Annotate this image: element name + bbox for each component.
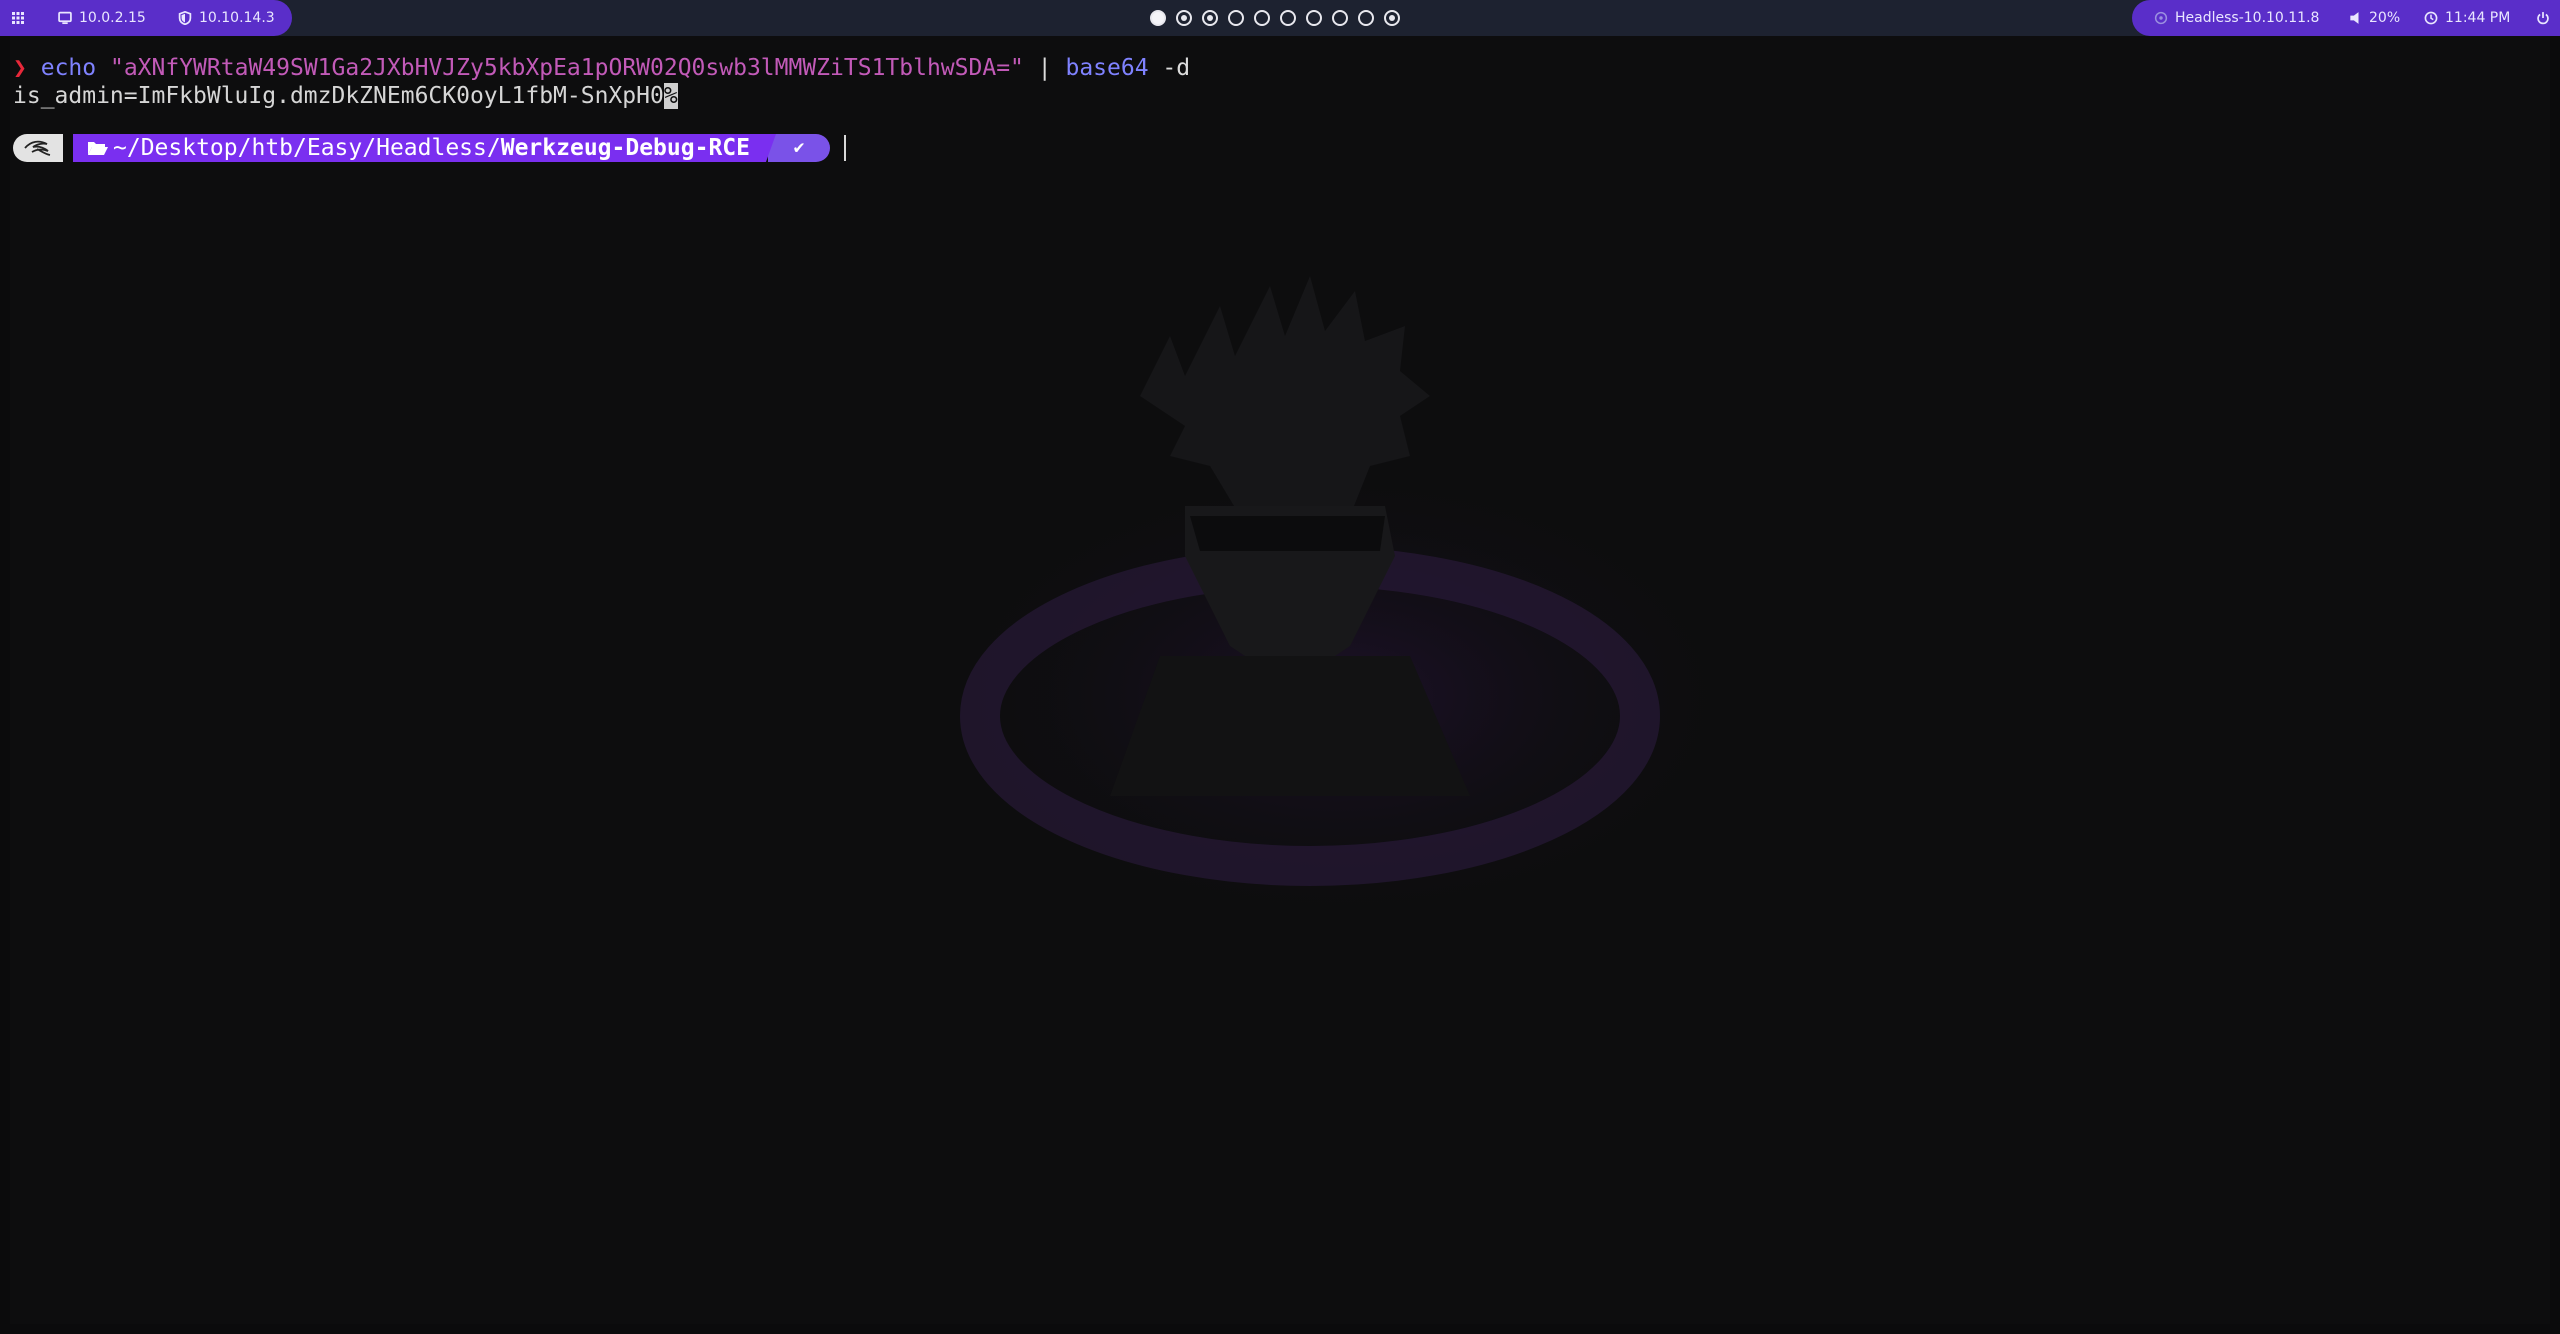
- checkmark-icon: ✔: [793, 137, 805, 158]
- grid-icon: [12, 12, 24, 24]
- menu-button[interactable]: [12, 12, 24, 24]
- folder-open-icon: [87, 139, 109, 157]
- path-prefix: ~/Desktop/htb/Easy/Headless/: [113, 135, 501, 161]
- prompt-status-segment: ✔: [767, 134, 830, 162]
- workspace-7[interactable]: [1306, 10, 1322, 26]
- volume-indicator[interactable]: 20%: [2348, 10, 2400, 26]
- top-bar-left-group: 10.0.2.15 10.10.14.3: [0, 0, 292, 36]
- volume-text: 20%: [2369, 10, 2401, 26]
- target-text: Headless-10.10.11.8: [2175, 10, 2320, 26]
- power-button[interactable]: [2536, 11, 2550, 25]
- wallpaper-image: [920, 276, 1760, 936]
- workspace-4[interactable]: [1228, 10, 1244, 26]
- prompt-arrow: ❯: [13, 55, 27, 81]
- speaker-icon: [2350, 12, 2359, 24]
- power-icon: [2537, 12, 2549, 25]
- command-output: is_admin=ImFkbWluIg.dmzDkZNEm6CK0oyL1fbM…: [13, 82, 678, 110]
- path-current-dir: Werkzeug-Debug-RCE: [500, 135, 750, 161]
- command-argument: "aXNfYWRtaW49SW1Ga2JXbHVJZy5kbXpEa1pORW0…: [109, 55, 1024, 81]
- workspace-3[interactable]: [1202, 10, 1218, 26]
- clock-icon: [2424, 11, 2438, 25]
- terminal-window[interactable]: ❯ echo "aXNfYWRtaW49SW1Ga2JXbHVJZy5kbXpE…: [10, 36, 2550, 1324]
- command-name: echo: [40, 55, 97, 81]
- clock-text: 11:44 PM: [2445, 10, 2511, 26]
- vpn-ip-indicator: 10.10.14.3: [178, 10, 275, 26]
- pipe-symbol: |: [1037, 55, 1052, 81]
- workspace-8[interactable]: [1332, 10, 1348, 26]
- shell-prompt: ~/Desktop/htb/Easy/Headless/Werkzeug-Deb…: [13, 134, 846, 162]
- workspace-switcher: [1150, 0, 1400, 36]
- workspace-1[interactable]: [1150, 10, 1166, 26]
- workspace-5[interactable]: [1254, 10, 1270, 26]
- prompt-path-segment: ~/Desktop/htb/Easy/Headless/Werkzeug-Deb…: [73, 134, 776, 162]
- shield-icon: [178, 11, 192, 25]
- text-cursor: [843, 135, 846, 161]
- workspace-6[interactable]: [1280, 10, 1296, 26]
- target-icon: [2154, 11, 2168, 25]
- pipe-flag: -d: [1162, 55, 1191, 81]
- top-bar: 10.0.2.15 10.10.14.3 Headless-10.10.11.8: [0, 0, 2560, 36]
- vpn-ip-text: 10.10.14.3: [199, 10, 275, 26]
- monitor-icon: [58, 11, 72, 25]
- prompt-os-segment: [13, 134, 63, 162]
- pipe-command: base64: [1065, 55, 1149, 81]
- workspace-10[interactable]: [1384, 10, 1400, 26]
- ethernet-ip-indicator: 10.0.2.15: [58, 10, 146, 26]
- workspace-2[interactable]: [1176, 10, 1192, 26]
- workspace-9[interactable]: [1358, 10, 1374, 26]
- clock[interactable]: 11:44 PM: [2424, 10, 2510, 26]
- command-line: ❯ echo "aXNfYWRtaW49SW1Ga2JXbHVJZy5kbXpE…: [13, 54, 1190, 82]
- kali-dragon-icon: [24, 140, 51, 156]
- no-newline-marker: %: [663, 83, 678, 109]
- ethernet-ip-text: 10.0.2.15: [79, 10, 146, 26]
- target-indicator[interactable]: Headless-10.10.11.8: [2154, 10, 2319, 26]
- output-text: is_admin=ImFkbWluIg.dmzDkZNEm6CK0oyL1fbM…: [13, 83, 664, 109]
- top-bar-right-group: Headless-10.10.11.8 20% 11:44 PM: [2132, 0, 2560, 36]
